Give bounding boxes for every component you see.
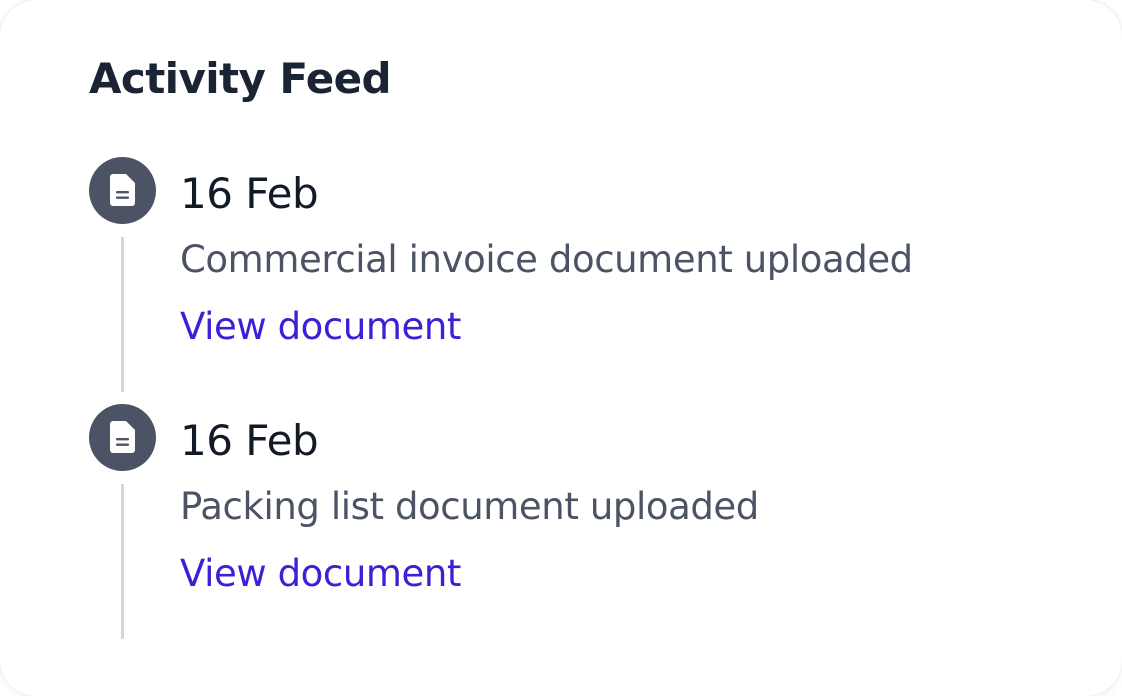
timeline-connector xyxy=(121,484,124,639)
timeline-connector xyxy=(121,237,124,392)
feed-item: 16 Feb Packing list document uploaded Vi… xyxy=(89,404,1069,644)
document-icon xyxy=(89,404,156,471)
view-document-link[interactable]: View document xyxy=(180,548,461,600)
document-icon xyxy=(89,157,156,224)
activity-feed-title: Activity Feed xyxy=(89,54,392,103)
feed-item-date: 16 Feb xyxy=(180,169,319,218)
view-document-link[interactable]: View document xyxy=(180,301,461,353)
feed-item-description: Packing list document uploaded xyxy=(180,485,759,528)
activity-feed-card: Activity Feed 16 Feb Commercial invoice … xyxy=(0,0,1122,696)
feed-item: 16 Feb Commercial invoice document uploa… xyxy=(89,157,1069,397)
feed-item-description: Commercial invoice document uploaded xyxy=(180,238,913,281)
feed-item-date: 16 Feb xyxy=(180,416,319,465)
